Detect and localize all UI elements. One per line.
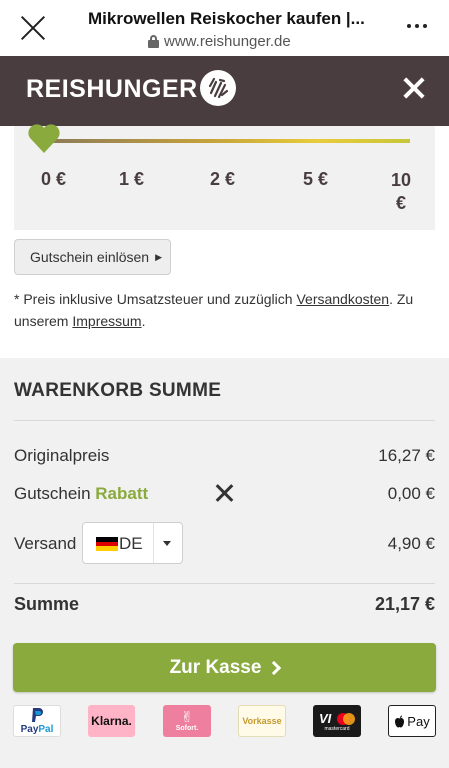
original-price-label: Originalpreis: [14, 446, 110, 465]
cart-title: WARENKORB SUMME: [14, 380, 222, 401]
card-logo-icon: VI: [319, 711, 355, 726]
imprint-link[interactable]: Impressum: [72, 313, 141, 329]
original-price-value: 16,27 €: [378, 446, 435, 465]
slider-track[interactable]: [44, 139, 410, 143]
divider: [14, 583, 435, 584]
shipping-value: 4,90 €: [387, 534, 435, 553]
klarna-logo: Klarna.: [88, 705, 135, 737]
caret-down-icon: [163, 541, 171, 546]
voucher-value: 0,00 €: [387, 484, 435, 503]
shipping-label: Versand: [14, 534, 77, 553]
vorkasse-logo: Vorkasse: [238, 705, 286, 737]
triangle-right-icon: ▶: [155, 251, 162, 262]
paypal-p-icon: [32, 708, 43, 722]
sofort-logo: ✌ Sofort.: [163, 705, 211, 737]
klarna-text: Klarna.: [91, 714, 132, 728]
browser-url[interactable]: www.reishunger.de: [148, 33, 291, 50]
divider: [14, 420, 435, 421]
shipping-country-select[interactable]: DE: [82, 522, 183, 564]
url-text: www.reishunger.de: [164, 33, 291, 50]
vorkasse-text: Vorkasse: [242, 715, 282, 726]
checkout-label: Zur Kasse: [169, 656, 262, 678]
slider-label-10[interactable]: 10 €: [386, 169, 416, 215]
browser-bar: Mikrowellen Reiskocher kaufen |... www.r…: [0, 0, 449, 56]
price-note: * Preis inklusive Umsatzsteuer und zuzüg…: [14, 288, 434, 332]
browser-title: Mikrowellen Reiskocher kaufen |...: [88, 9, 365, 28]
applepay-text: Pay: [407, 713, 430, 729]
sofort-text: Sofort.: [175, 725, 199, 732]
paypal-text-b: Pal: [38, 724, 54, 735]
select-divider: [153, 523, 154, 563]
site-header: REISHUNGER: [0, 56, 449, 126]
voucher-row-label: Gutschein Rabatt: [14, 484, 148, 504]
checkout-button[interactable]: Zur Kasse: [13, 643, 436, 692]
remove-voucher-icon[interactable]: [216, 484, 234, 502]
paypal-logo: PayPal: [13, 705, 61, 737]
victory-hand-icon: ✌: [180, 709, 194, 726]
lock-icon: [148, 35, 159, 48]
slider-label-1[interactable]: 1 €: [119, 169, 144, 190]
close-menu-icon[interactable]: [403, 77, 425, 99]
cart-summary: WARENKORB SUMME Originalpreis 16,27 € Gu…: [0, 358, 449, 768]
sum-value: 21,17 €: [374, 594, 435, 614]
slider-heart-handle[interactable]: [27, 122, 61, 156]
card-text: mastercard: [324, 725, 350, 732]
slider-label-0[interactable]: 0 €: [41, 169, 66, 190]
rice-logo-icon: [200, 70, 236, 106]
close-icon[interactable]: [20, 15, 46, 41]
redeem-voucher-button[interactable]: Gutschein einlösen ▶: [14, 239, 171, 275]
donation-slider: 0 € 1 € 2 € 5 € 10 €: [14, 124, 435, 230]
visa-mastercard-logo: VI mastercard: [313, 705, 361, 737]
voucher-code: Rabatt: [95, 484, 149, 503]
apple-icon: [395, 715, 405, 727]
voucher-label: Gutschein: [14, 484, 91, 503]
apple-pay-logo: Pay: [388, 705, 436, 737]
logo[interactable]: REISHUNGER: [26, 75, 198, 104]
shipping-costs-link[interactable]: Versandkosten: [296, 291, 389, 307]
note-text: .: [141, 313, 146, 329]
slider-label-5[interactable]: 5 €: [303, 169, 328, 190]
redeem-voucher-label: Gutschein einlösen: [30, 249, 150, 265]
chevron-right-icon: [267, 660, 282, 676]
slider-label-2[interactable]: 2 €: [210, 169, 235, 190]
svg-text:VI: VI: [319, 711, 332, 726]
paypal-text-a: Pay: [20, 724, 39, 735]
more-options-icon[interactable]: [407, 24, 427, 28]
note-text: * Preis inklusive Umsatzsteuer und zuzüg…: [14, 291, 297, 307]
country-code: DE: [119, 534, 143, 553]
sum-label: Summe: [14, 594, 80, 614]
germany-flag-icon: [96, 537, 118, 551]
